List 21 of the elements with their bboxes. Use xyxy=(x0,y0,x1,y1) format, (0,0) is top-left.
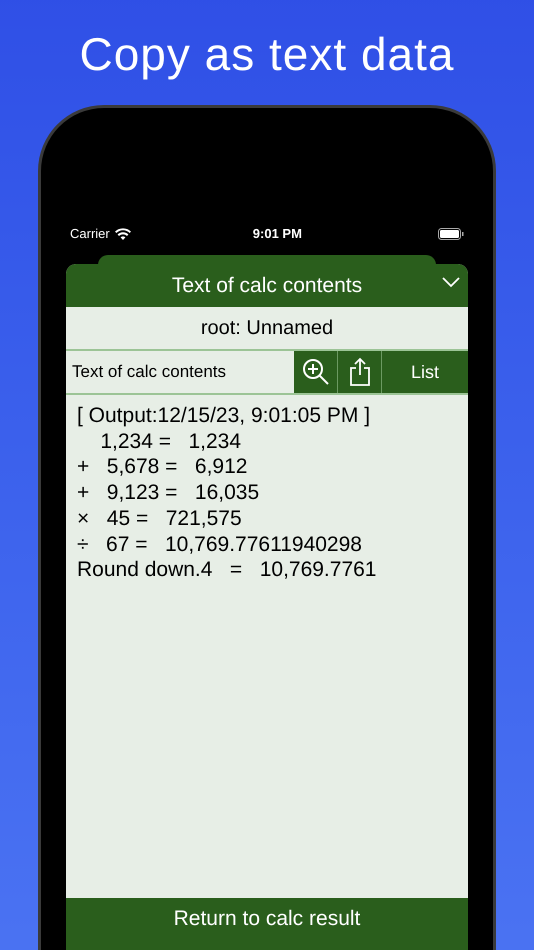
status-time: 9:01 PM xyxy=(252,225,302,244)
zoom-in-icon xyxy=(302,358,330,386)
headline: Copy as text data xyxy=(80,27,454,82)
wifi-icon xyxy=(114,228,131,240)
calc-line: 1,234 = 1,234 xyxy=(99,428,242,454)
share-icon xyxy=(348,357,370,387)
calc-line: [ Output:12/15/23, 9:01:05 PM ] xyxy=(77,403,372,429)
battery-icon xyxy=(438,228,464,240)
zoom-in-button[interactable] xyxy=(294,351,338,393)
root-label: root: Unnamed xyxy=(200,316,334,341)
calc-line: Round down.4 = 10,769.7761 xyxy=(77,557,378,583)
calc-line: + 5,678 = 6,912 xyxy=(77,454,248,480)
list-button[interactable]: List xyxy=(382,351,468,393)
share-button[interactable] xyxy=(338,351,382,393)
calc-line: + 9,123 = 16,035 xyxy=(77,480,260,506)
calc-line: × 45 = 721,575 xyxy=(77,506,243,532)
calc-line: ÷ 67 = 10,769.77611940298 xyxy=(77,532,363,558)
sheet-title: Text of calc contents xyxy=(170,272,364,299)
return-button[interactable]: Return to calc result xyxy=(66,898,468,950)
chevron-down-icon[interactable] xyxy=(442,277,460,288)
carrier-label: Carrier xyxy=(70,225,110,244)
